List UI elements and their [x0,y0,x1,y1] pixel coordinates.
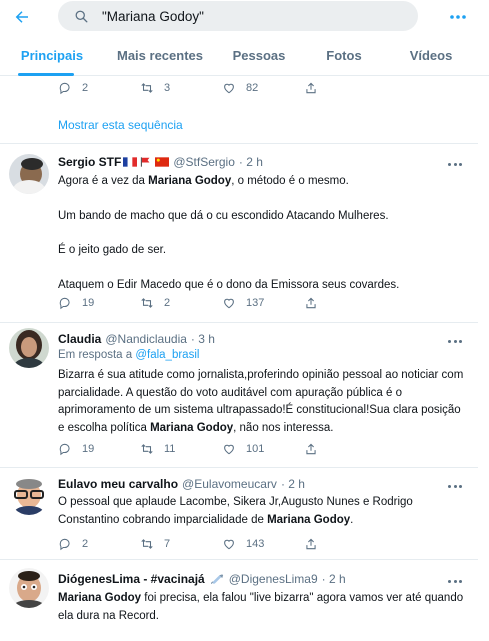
heart-icon [224,444,234,455]
retweet-count: 2 [164,297,171,309]
share-button[interactable] [304,296,318,310]
share-icon [306,538,316,550]
tweet-text: Mariana Godoy foi precisa, ela falou "li… [58,592,464,622]
retweet-button[interactable]: 11 [140,442,175,456]
tab-fotos[interactable]: Fotos [302,34,386,76]
show-thread-link[interactable]: Mostrar esta sequência [58,118,183,132]
france-flag-icon [123,157,138,167]
retweet-count: 11 [164,443,176,455]
author-handle[interactable]: @Eulavomeucarv [182,477,277,491]
tab-principais[interactable]: Principais [0,34,104,76]
reply-icon [59,297,70,310]
like-button[interactable]: 101 [222,442,264,456]
heart-icon [224,83,234,94]
tweet-text: Bizarra é sua atitude como jornalista,pr… [58,369,464,434]
retweet-icon [141,298,153,308]
tweet-actions: 2 7 143 [58,535,398,553]
search-query[interactable]: "Mariana Godoy" [102,9,204,24]
syringe-icon [210,574,223,584]
author-handle[interactable]: @DigenesLima9 [229,572,318,586]
tweet-text: Agora é a vez da Mariana Godoy, o método… [58,175,400,291]
reply-button[interactable]: 19 [58,296,94,310]
like-button[interactable]: 82 [222,81,258,95]
reply-button[interactable]: 19 [58,442,94,456]
share-icon [306,443,316,455]
more-options-icon[interactable] [448,336,462,346]
retweet-icon [141,83,153,93]
author-handle[interactable]: @Nandiclaudia [105,332,187,346]
reply-icon [59,538,70,551]
avatar[interactable] [9,154,49,194]
tweet-time[interactable]: · 2 h [322,572,346,586]
reply-count: 2 [82,538,89,550]
reply-context: Em resposta a @fala_brasil [58,349,200,361]
tweet-header: DiógenesLima - #vacinajá @DigenesLima9 ·… [58,572,346,586]
more-options-icon[interactable] [447,6,469,28]
tweet-header: Eulavo meu carvalho @Eulavomeucarv · 2 h [58,477,305,491]
author-name[interactable]: Sergio STF [58,155,121,169]
tweet-header: Sergio STF @StfSergio · 2 h [58,155,263,169]
retweet-count: 7 [164,538,171,550]
tweet-time[interactable]: · 2 h [281,477,305,491]
share-icon [306,297,316,309]
search-icon [74,8,90,24]
heart-icon [224,539,234,550]
tab-videos[interactable]: Vídeos [386,34,476,76]
more-options-icon[interactable] [448,159,462,169]
reply-count: 19 [82,297,95,309]
reply-to-link[interactable]: @fala_brasil [135,349,199,361]
more-options-icon[interactable] [448,576,462,586]
avatar[interactable] [9,328,49,368]
share-button[interactable] [304,537,318,551]
avatar[interactable] [9,568,49,608]
share-icon [306,82,316,94]
author-name[interactable]: DiógenesLima - #vacinajá [58,572,205,586]
tweet-time[interactable]: · 3 h [191,332,215,346]
search-input[interactable]: "Mariana Godoy" [58,1,418,31]
tweet-actions: 19 11 101 [58,440,398,458]
author-handle[interactable]: @StfSergio [173,155,235,169]
like-count: 137 [246,297,265,309]
tweet-header: Claudia @Nandiclaudia · 3 h [58,332,215,346]
retweet-button[interactable]: 2 [140,296,170,310]
search-tabs: Principais Mais recentes Pessoas Fotos V… [0,34,489,76]
reply-icon [59,443,70,456]
like-count: 143 [246,538,265,550]
top-bar: "Mariana Godoy" [0,0,489,34]
author-name[interactable]: Claudia [58,332,101,346]
tweet-actions: 19 2 137 [58,294,398,312]
tweet[interactable]: Sergio STF @StfSergio · 2 h Agora é a ve… [0,144,478,322]
tab-pessoas[interactable]: Pessoas [216,34,302,76]
china-flag-icon [155,157,170,167]
like-count: 82 [246,82,259,94]
like-count: 101 [246,443,265,455]
reply-button[interactable]: 2 [58,81,88,95]
heart-icon [224,298,234,309]
share-button[interactable] [304,442,318,456]
retweet-count: 3 [164,82,171,94]
retweet-button[interactable]: 3 [140,81,170,95]
tweet-time[interactable]: · 2 h [239,155,263,169]
reply-button[interactable]: 2 [58,537,88,551]
tweet-actions: 2 3 82 [58,79,398,97]
avatar[interactable] [9,475,49,515]
retweet-icon [141,539,153,549]
more-options-icon[interactable] [448,481,462,491]
tweet[interactable]: Claudia @Nandiclaudia · 3 h Em resposta … [0,323,478,467]
reply-icon [59,82,70,95]
share-button[interactable] [304,81,318,95]
reply-count: 19 [82,443,95,455]
back-arrow-icon[interactable] [8,3,36,31]
reply-count: 2 [82,82,89,94]
retweet-icon [141,444,153,454]
tab-mais-recentes[interactable]: Mais recentes [104,34,216,76]
like-button[interactable]: 137 [222,296,264,310]
like-button[interactable]: 143 [222,537,264,551]
red-flag-icon [141,157,150,167]
tweet-text: O pessoal que aplaude Lacombe, Sikera Jr… [58,496,413,526]
tweet[interactable]: Eulavo meu carvalho @Eulavomeucarv · 2 h… [0,468,478,559]
retweet-button[interactable]: 7 [140,537,170,551]
tweet[interactable]: DiógenesLima - #vacinajá @DigenesLima9 ·… [0,560,478,641]
author-name[interactable]: Eulavo meu carvalho [58,477,178,491]
